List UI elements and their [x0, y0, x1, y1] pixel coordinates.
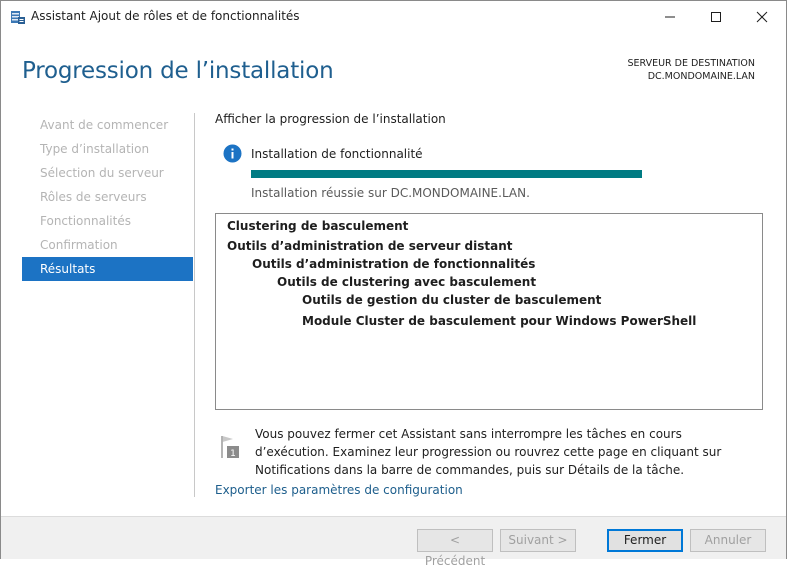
close-button[interactable] [739, 1, 785, 32]
close-wizard-button[interactable]: Fermer [607, 529, 683, 552]
export-settings-link[interactable]: Exporter les paramètres de configuration [215, 483, 463, 497]
result-item: Clustering de basculement [227, 219, 409, 233]
wizard-footer: < Précédent Suivant > Fermer Annuler [1, 516, 786, 568]
result-item: Module Cluster de basculement pour Windo… [302, 314, 697, 328]
destination-server-label: SERVEUR DE DESTINATION [627, 58, 755, 69]
nav-item-server-roles: Rôles de serveurs [40, 190, 147, 204]
previous-button[interactable]: < Précédent [417, 529, 493, 568]
maximize-icon [711, 12, 721, 22]
progress-bar [251, 170, 642, 178]
nav-item-before-you-begin: Avant de commencer [40, 118, 169, 132]
nav-item-confirmation: Confirmation [40, 238, 118, 252]
next-button[interactable]: Suivant > [500, 529, 576, 552]
result-item: Outils d’administration de serveur dista… [227, 239, 513, 253]
page-title: Progression de l’installation [22, 58, 334, 84]
minimize-icon [665, 16, 675, 18]
minimize-button[interactable] [647, 1, 693, 32]
server-manager-icon [10, 9, 26, 25]
cancel-button[interactable]: Annuler [690, 529, 766, 552]
info-icon [223, 144, 242, 163]
window-title: Assistant Ajout de rôles et de fonctionn… [31, 9, 300, 23]
notification-flag-icon: 1 [219, 434, 241, 460]
result-item: Outils d’administration de fonctionnalit… [252, 257, 536, 271]
nav-item-server-selection: Sélection du serveur [40, 166, 164, 180]
nav-item-installation-type: Type d’installation [40, 142, 150, 156]
nav-item-results[interactable]: Résultats [22, 257, 193, 281]
status-text: Installation réussie sur DC.MONDOMAINE.L… [251, 186, 530, 200]
nav-item-features: Fonctionnalités [40, 214, 131, 228]
close-icon [756, 11, 768, 23]
wizard-window: Assistant Ajout de rôles et de fonctionn… [0, 0, 787, 568]
wizard-nav: Avant de commencer Type d’installation S… [22, 113, 193, 281]
maximize-button[interactable] [693, 1, 739, 32]
destination-server-value: DC.MONDOMAINE.LAN [647, 71, 755, 82]
info-text: Installation de fonctionnalité [251, 147, 423, 161]
notice-text: Vous pouvez fermer cet Assistant sans in… [255, 427, 722, 477]
results-list[interactable]: Clustering de basculement Outils d’admin… [215, 213, 763, 410]
title-bar: Assistant Ajout de rôles et de fonctionn… [1, 1, 786, 32]
nav-divider [194, 113, 195, 497]
section-label: Afficher la progression de l’installatio… [215, 112, 446, 126]
progress-fill [251, 170, 642, 178]
result-item: Outils de gestion du cluster de basculem… [302, 293, 602, 307]
result-item: Outils de clustering avec basculement [277, 275, 537, 289]
flag-badge-count: 1 [230, 449, 236, 459]
